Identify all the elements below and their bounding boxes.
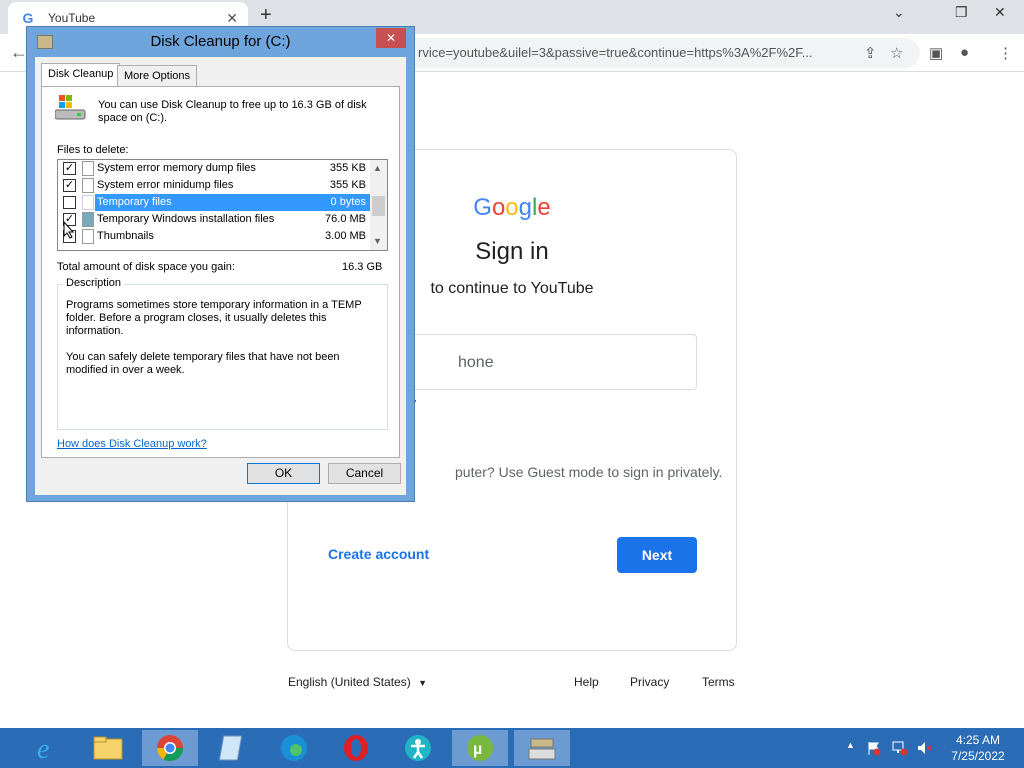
ok-button[interactable]: OK <box>247 463 320 484</box>
disk-cleanup-pane: You can use Disk Cleanup to free up to 1… <box>41 86 400 458</box>
file-name: Temporary Windows installation files <box>97 213 275 225</box>
footer-terms-link[interactable]: Terms <box>702 675 735 689</box>
file-size: 355 KB <box>329 162 366 174</box>
dialog-close-button[interactable]: ✕ <box>376 28 406 48</box>
file-size: 355 KB <box>329 179 366 191</box>
dialog-body: Disk Cleanup More Options You can use Di… <box>35 57 406 495</box>
files-to-delete-list: ✓ System error memory dump files 355 KB … <box>57 159 388 251</box>
clock-time: 4:25 AM <box>955 733 1001 747</box>
cancel-button[interactable]: Cancel <box>328 463 401 484</box>
drive-cleanup-icon <box>55 95 86 120</box>
file-icon <box>82 161 94 176</box>
scroll-down-icon[interactable]: ▼ <box>373 236 382 246</box>
help-link[interactable]: How does Disk Cleanup work? <box>57 438 207 450</box>
screen: G YouTube ✕ + ⌄ ❐ ✕ ← rvice=youtube&uile… <box>0 0 1024 768</box>
list-item-selected[interactable]: Temporary files 0 bytes <box>58 194 372 211</box>
file-icon <box>82 195 94 210</box>
tab-search-chevron-icon[interactable]: ⌄ <box>893 4 905 21</box>
mouse-cursor-icon <box>63 221 75 239</box>
description-paragraph: Programs sometimes store temporary infor… <box>66 299 362 337</box>
file-icon <box>82 178 94 193</box>
next-button[interactable]: Next <box>617 537 697 573</box>
language-selector[interactable]: English (United States) ▼ <box>288 675 427 689</box>
file-name: System error memory dump files <box>97 162 256 174</box>
bookmark-star-icon[interactable]: ☆ <box>890 44 903 62</box>
total-gain-value: 16.3 GB <box>342 261 383 273</box>
footer-privacy-link[interactable]: Privacy <box>630 675 669 689</box>
volume-muted-icon[interactable] <box>916 740 932 756</box>
window-restore-button[interactable]: ❐ <box>955 4 968 21</box>
system-clock[interactable]: 4:25 AM 7/25/2022 <box>938 732 1018 764</box>
files-to-delete-label: Files to delete: <box>57 144 129 156</box>
logo-letter: G <box>473 194 492 221</box>
notepad-icon[interactable] <box>204 730 260 766</box>
side-panel-icon[interactable]: ▣ <box>929 44 943 62</box>
window-close-button[interactable]: ✕ <box>994 4 1006 21</box>
logo-letter: o <box>491 194 506 221</box>
footer-help-link[interactable]: Help <box>574 675 599 689</box>
logo-letter: o <box>505 194 519 221</box>
disk-cleanup-taskbar-icon[interactable] <box>514 730 570 766</box>
disk-cleanup-dialog: Disk Cleanup for (C:) ✕ Disk Cleanup Mor… <box>26 26 415 502</box>
file-name: System error minidump files <box>97 179 234 191</box>
logo-letter: g <box>518 194 533 221</box>
tab-disk-cleanup[interactable]: Disk Cleanup <box>41 63 121 87</box>
svg-text:e: e <box>37 734 49 763</box>
description-paragraph: You can safely delete temporary files th… <box>66 351 340 376</box>
tab-more-options[interactable]: More Options <box>117 65 198 87</box>
checkbox[interactable] <box>63 196 76 209</box>
accessibility-icon[interactable] <box>390 730 446 766</box>
windows-setup-icon <box>82 212 94 227</box>
file-size: 3.00 MB <box>325 230 366 242</box>
action-center-flag-icon[interactable] <box>866 740 882 756</box>
profile-avatar-icon[interactable]: ● <box>960 44 969 61</box>
total-gain-label: Total amount of disk space you gain: <box>57 261 235 273</box>
file-size: 0 bytes <box>330 196 366 208</box>
taskbar: e µ ▲ 4:25 AM 7/25/2022 <box>0 728 1024 768</box>
google-favicon-icon: G <box>22 10 34 26</box>
list-item[interactable]: ✓ Temporary Windows installation files 7… <box>58 211 372 228</box>
svg-text:µ: µ <box>473 741 482 758</box>
intro-text: You can use Disk Cleanup to free up to 1… <box>98 99 367 124</box>
checkbox[interactable]: ✓ <box>63 179 76 192</box>
utorrent-icon[interactable]: µ <box>452 730 508 766</box>
opera-icon[interactable] <box>328 730 384 766</box>
file-size: 76.0 MB <box>325 213 366 225</box>
list-item[interactable]: ✓ System error minidump files 355 KB <box>58 177 372 194</box>
description-text: Programs sometimes store temporary infor… <box>66 299 384 377</box>
dialog-title: Disk Cleanup for (C:) <box>150 33 291 50</box>
list-scrollbar[interactable]: ▲ ▼ <box>370 160 387 250</box>
clock-date: 7/25/2022 <box>951 749 1005 763</box>
tray-expand-icon[interactable]: ▲ <box>846 740 855 750</box>
chrome-icon[interactable] <box>142 730 198 766</box>
scroll-up-icon[interactable]: ▲ <box>373 163 382 173</box>
file-name: Temporary files <box>97 196 172 208</box>
dropdown-arrow-icon: ▼ <box>418 678 427 688</box>
description-label: Description <box>63 277 125 289</box>
file-icon <box>82 229 94 244</box>
network-icon[interactable] <box>892 740 908 756</box>
edge-icon[interactable] <box>266 730 322 766</box>
language-label: English (United States) <box>288 675 411 689</box>
guest-mode-text: puter? Use Guest mode to sign in private… <box>455 464 723 480</box>
new-tab-button[interactable]: + <box>260 4 272 27</box>
email-placeholder: hone <box>458 354 494 371</box>
file-name: Thumbnails <box>97 230 154 242</box>
list-item[interactable]: Thumbnails 3.00 MB <box>58 228 372 245</box>
description-group: Description Programs sometimes store tem… <box>57 277 388 430</box>
tab-title: YouTube <box>48 11 96 25</box>
file-explorer-icon[interactable] <box>80 730 136 766</box>
menu-kebab-icon[interactable]: ⋮ <box>998 44 1013 62</box>
scroll-thumb[interactable] <box>372 196 385 216</box>
tab-close-icon[interactable]: ✕ <box>226 10 238 27</box>
logo-letter: e <box>537 194 551 221</box>
list-item[interactable]: ✓ System error memory dump files 355 KB <box>58 160 372 177</box>
checkbox[interactable]: ✓ <box>63 162 76 175</box>
internet-explorer-icon[interactable]: e <box>18 730 74 766</box>
share-icon[interactable]: ⇪ <box>864 44 877 62</box>
create-account-button[interactable]: Create account <box>328 546 429 562</box>
